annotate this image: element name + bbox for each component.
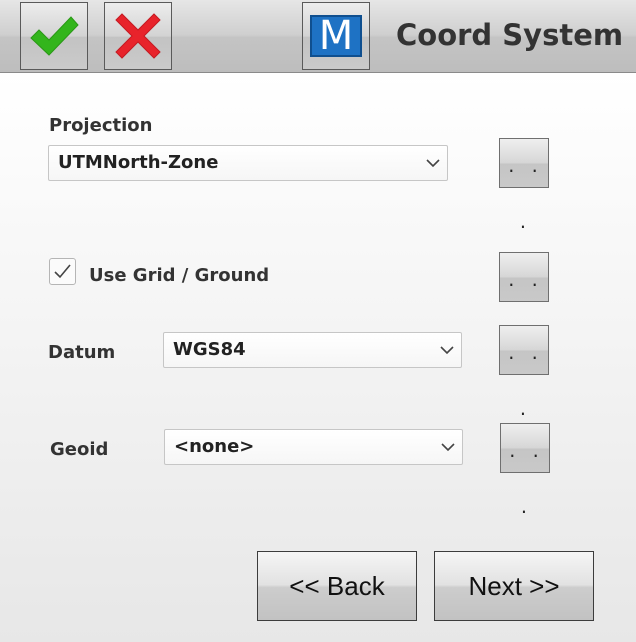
- m-logo-icon: M: [310, 15, 362, 57]
- chevron-down-icon: [441, 443, 455, 452]
- projection-value: UTMNorth-Zone: [58, 152, 219, 173]
- back-button[interactable]: << Back: [257, 551, 417, 621]
- datum-value: WGS84: [173, 339, 246, 360]
- datum-more-button[interactable]: . . .: [499, 325, 549, 419]
- chevron-down-icon: [426, 159, 440, 168]
- accept-button[interactable]: [20, 2, 88, 70]
- page-title: Coord System: [396, 18, 624, 52]
- geoid-label: Geoid: [50, 439, 109, 460]
- geoid-value: <none>: [174, 436, 255, 457]
- header-bar: M Coord System: [0, 0, 636, 73]
- geoid-more-button[interactable]: . . .: [500, 423, 550, 517]
- projection-select[interactable]: UTMNorth-Zone: [48, 145, 448, 181]
- projection-label: Projection: [49, 115, 153, 136]
- geoid-select[interactable]: <none>: [164, 429, 463, 465]
- x-icon: [115, 13, 161, 59]
- checkmark-icon: [54, 264, 71, 279]
- logo-letter: M: [318, 13, 354, 59]
- chevron-down-icon: [440, 346, 454, 355]
- grid-ground-label: Use Grid / Ground: [89, 265, 270, 286]
- grid-ground-more-button[interactable]: . . .: [499, 252, 549, 346]
- datum-select[interactable]: WGS84: [163, 332, 462, 368]
- grid-ground-checkbox[interactable]: [49, 258, 76, 285]
- cancel-button[interactable]: [104, 2, 172, 70]
- projection-more-button[interactable]: . . .: [499, 138, 549, 232]
- checkmark-icon: [30, 16, 79, 56]
- next-button[interactable]: Next >>: [434, 551, 594, 621]
- datum-label: Datum: [48, 342, 116, 363]
- app-logo-button[interactable]: M: [302, 2, 370, 70]
